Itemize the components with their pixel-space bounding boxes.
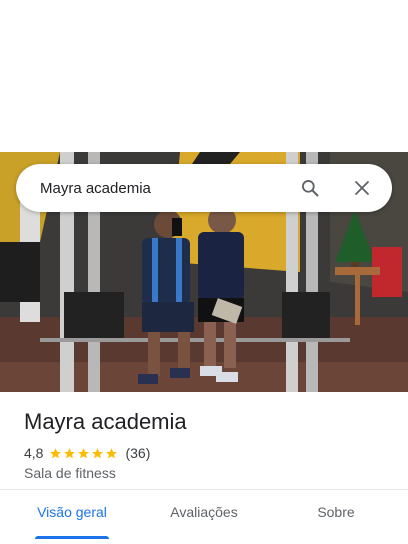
star-icon <box>50 447 62 458</box>
search-input[interactable]: Mayra academia <box>40 180 298 197</box>
close-icon[interactable] <box>350 176 374 200</box>
map-empty-area <box>0 0 408 152</box>
rating-value: 4,8 <box>24 445 44 461</box>
place-category: Sala de fitness <box>24 465 116 481</box>
star-icon <box>92 447 104 458</box>
divider <box>0 489 408 490</box>
tab-reviews[interactable]: Avaliações <box>163 504 245 520</box>
search-bar[interactable]: Mayra academia <box>16 164 392 212</box>
search-icon[interactable] <box>298 176 322 200</box>
star-icon <box>64 447 76 458</box>
star-icon <box>78 447 90 458</box>
review-count[interactable]: (36) <box>125 445 150 461</box>
tab-about[interactable]: Sobre <box>312 504 360 520</box>
active-tab-indicator <box>35 536 109 539</box>
rating-stars <box>49 447 119 460</box>
star-icon <box>106 447 118 458</box>
place-title: Mayra academia <box>24 409 187 434</box>
tab-overview[interactable]: Visão geral <box>35 504 109 520</box>
rating-row[interactable]: 4,8 (36) <box>24 444 150 462</box>
